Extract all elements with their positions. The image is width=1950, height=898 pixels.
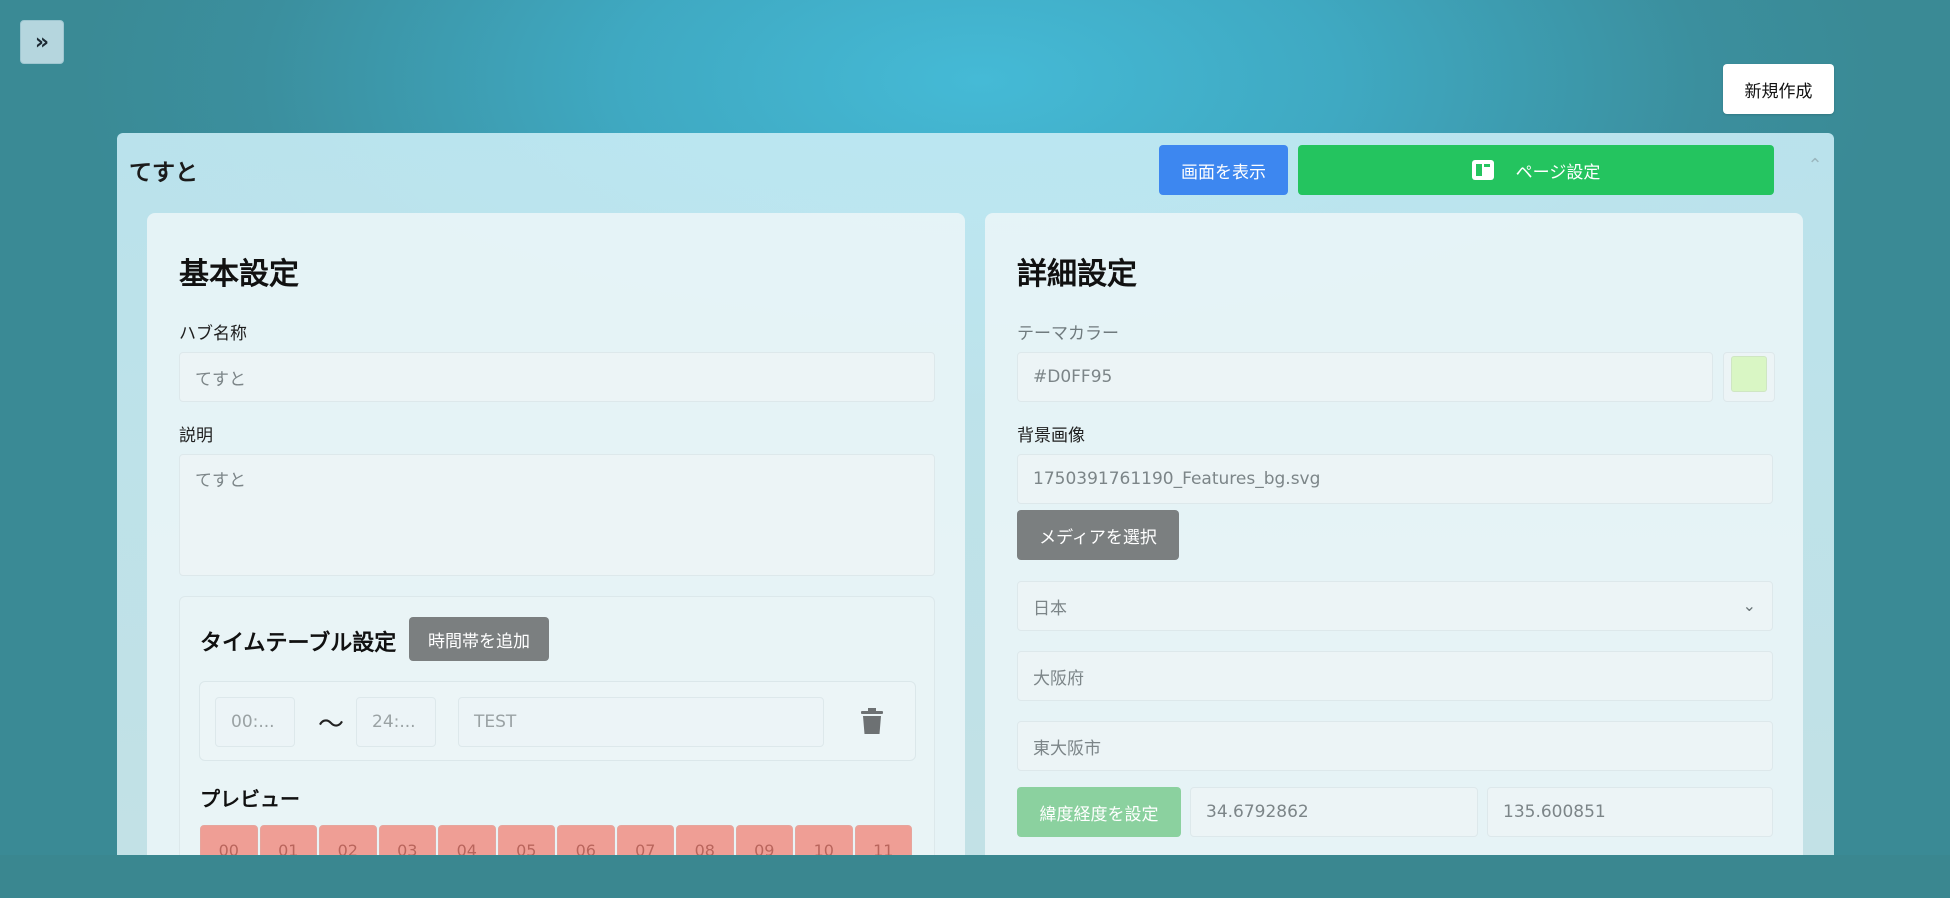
- sidebar-expand-button[interactable]: »: [20, 20, 64, 64]
- theme-color-input[interactable]: #D0FF95: [1017, 352, 1713, 402]
- color-swatch: [1731, 356, 1767, 392]
- view-screen-button[interactable]: 画面を表示: [1159, 145, 1288, 195]
- chevron-up-icon[interactable]: ⌃: [1803, 153, 1827, 177]
- basic-settings-title: 基本設定: [179, 257, 299, 292]
- new-hub-button[interactable]: 新規作成: [1723, 64, 1834, 114]
- start-time-input[interactable]: 00:...: [215, 697, 295, 747]
- hub-name-label: ハブ名称: [179, 324, 247, 344]
- prefecture-input[interactable]: 大阪府: [1017, 651, 1773, 701]
- detail-settings-card: 詳細設定 テーマカラー #D0FF95 背景画像 1750391761190_F…: [985, 213, 1803, 898]
- longitude-input[interactable]: 135.600851: [1487, 787, 1773, 837]
- detail-settings-title: 詳細設定: [1017, 257, 1137, 292]
- preview-title: プレビュー: [200, 787, 300, 811]
- hub-panel: てすと 画面を表示 ページ設定 ⌃ 基本設定 ハブ名称 てすと 説明 てすと タ…: [117, 133, 1834, 898]
- description-label: 説明: [179, 426, 213, 446]
- background-image-label: 背景画像: [1017, 426, 1085, 446]
- page-bottom-background: [0, 855, 1950, 898]
- description-textarea[interactable]: てすと: [179, 454, 935, 576]
- timetable-title: タイムテーブル設定: [200, 631, 397, 656]
- chevron-down-icon: ⌄: [1742, 596, 1756, 615]
- select-media-button[interactable]: メディアを選択: [1017, 510, 1179, 560]
- background-image-input[interactable]: 1750391761190_Features_bg.svg: [1017, 454, 1773, 504]
- trash-icon[interactable]: [861, 708, 883, 734]
- page-settings-button[interactable]: ページ設定: [1298, 145, 1774, 195]
- page-settings-label: ページ設定: [1515, 162, 1601, 183]
- time-slot-row: 00:... 〜 24:... TEST: [199, 681, 916, 761]
- country-select[interactable]: 日本 ⌄: [1017, 581, 1773, 631]
- latitude-input[interactable]: 34.6792862: [1190, 787, 1478, 837]
- end-time-input[interactable]: 24:...: [356, 697, 436, 747]
- layout-icon: [1471, 160, 1494, 180]
- double-chevron-right-icon: »: [34, 29, 50, 55]
- hub-title: てすと: [129, 160, 198, 186]
- add-time-slot-button[interactable]: 時間帯を追加: [409, 617, 549, 661]
- city-input[interactable]: 東大阪市: [1017, 721, 1773, 771]
- timetable-section: タイムテーブル設定 時間帯を追加 00:... 〜 24:... TEST プレ…: [179, 596, 935, 898]
- slot-name-input[interactable]: TEST: [458, 697, 824, 747]
- theme-color-label: テーマカラー: [1017, 324, 1119, 344]
- country-value: 日本: [1033, 598, 1067, 619]
- hub-name-input[interactable]: てすと: [179, 352, 935, 402]
- range-separator: 〜: [318, 710, 345, 740]
- basic-settings-card: 基本設定 ハブ名称 てすと 説明 てすと タイムテーブル設定 時間帯を追加 00…: [147, 213, 965, 898]
- set-latlng-button[interactable]: 緯度経度を設定: [1017, 787, 1181, 837]
